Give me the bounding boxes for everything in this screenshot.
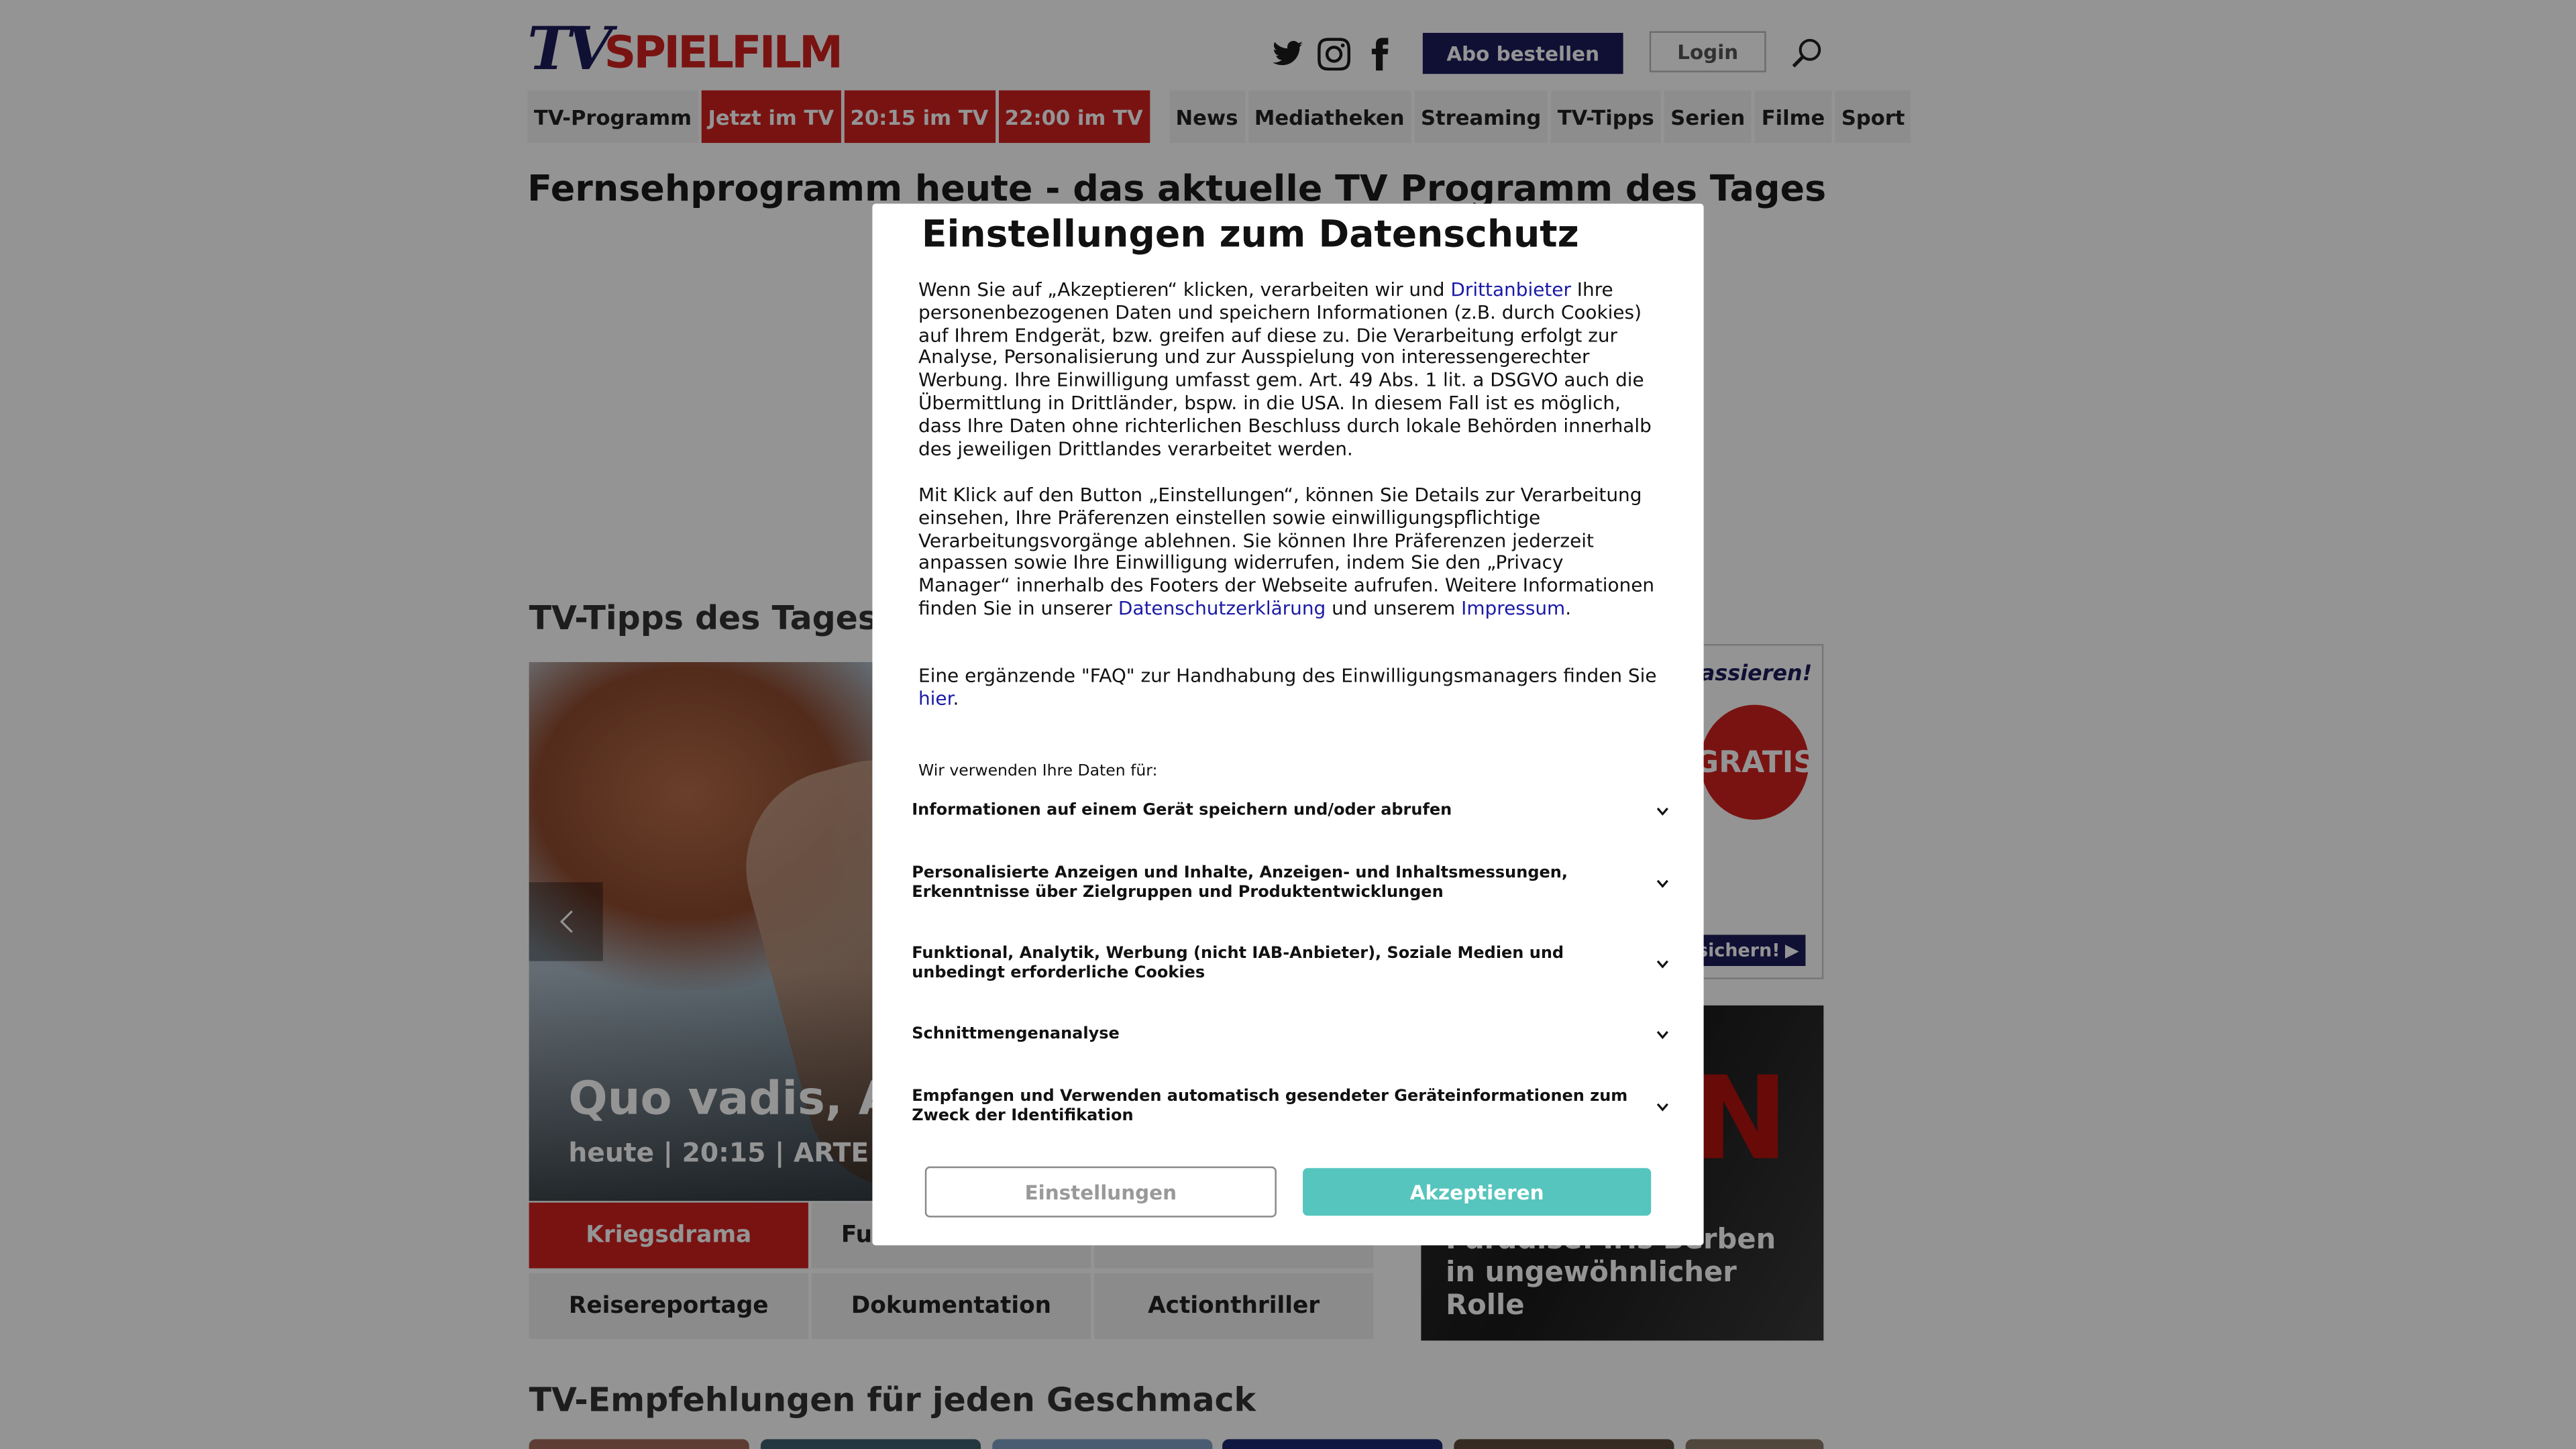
chevron-down-icon <box>1656 879 1668 888</box>
p1-text-after: Ihre personenbezogenen Daten und speiche… <box>918 277 1652 460</box>
purpose-label: Schnittmengenanalyse <box>912 1025 1120 1044</box>
chevron-down-icon <box>1656 959 1668 968</box>
dialog-paragraph-2: Mit Klick auf den Button „Einstellungen“… <box>918 483 1661 621</box>
purpose-item[interactable]: Empfangen und Verwenden automatisch gese… <box>912 1087 1670 1125</box>
purpose-item[interactable]: Personalisierte Anzeigen und Inhalte, An… <box>912 864 1670 902</box>
p2-text-mid: und unserem <box>1326 596 1462 620</box>
faq-hier-link[interactable]: hier <box>918 686 953 709</box>
purpose-item[interactable]: Schnittmengenanalyse <box>912 1025 1670 1044</box>
purpose-item[interactable]: Funktional, Analytik, Werbung (nicht IAB… <box>912 945 1670 982</box>
purposes-label: Wir verwenden Ihre Daten für: <box>918 762 1158 781</box>
privacy-consent-dialog: Einstellungen zum Datenschutz Wenn Sie a… <box>872 203 1704 1246</box>
impressum-link[interactable]: Impressum <box>1461 596 1565 619</box>
chevron-down-icon <box>1656 1102 1668 1111</box>
einstellungen-button[interactable]: Einstellungen <box>924 1166 1277 1218</box>
purpose-label: Personalisierte Anzeigen und Inhalte, An… <box>912 864 1568 902</box>
dialog-title: Einstellungen zum Datenschutz <box>921 213 1579 257</box>
chevron-down-icon <box>1656 807 1668 816</box>
akzeptieren-button[interactable]: Akzeptieren <box>1303 1168 1652 1216</box>
dialog-paragraph-3: Eine ergänzende "FAQ" zur Handhabung des… <box>918 663 1661 711</box>
purpose-label: Empfangen und Verwenden automatisch gese… <box>912 1087 1628 1125</box>
purpose-label: Informationen auf einem Gerät speichern … <box>912 802 1452 820</box>
drittanbieter-link[interactable]: Drittanbieter <box>1450 278 1571 301</box>
p3-text-end: . <box>953 686 959 710</box>
chevron-down-icon <box>1656 1030 1668 1039</box>
p3-text: Eine ergänzende "FAQ" zur Handhabung des… <box>918 663 1657 687</box>
dialog-paragraph-1: Wenn Sie auf „Akzeptieren“ klicken, vera… <box>918 277 1661 460</box>
datenschutzerklaerung-link[interactable]: Datenschutzerklärung <box>1118 596 1326 619</box>
p2-text-end: . <box>1565 596 1572 620</box>
p1-text-before: Wenn Sie auf „Akzeptieren“ klicken, vera… <box>918 277 1451 301</box>
purpose-label: Funktional, Analytik, Werbung (nicht IAB… <box>912 945 1564 982</box>
purpose-item[interactable]: Informationen auf einem Gerät speichern … <box>912 802 1670 820</box>
